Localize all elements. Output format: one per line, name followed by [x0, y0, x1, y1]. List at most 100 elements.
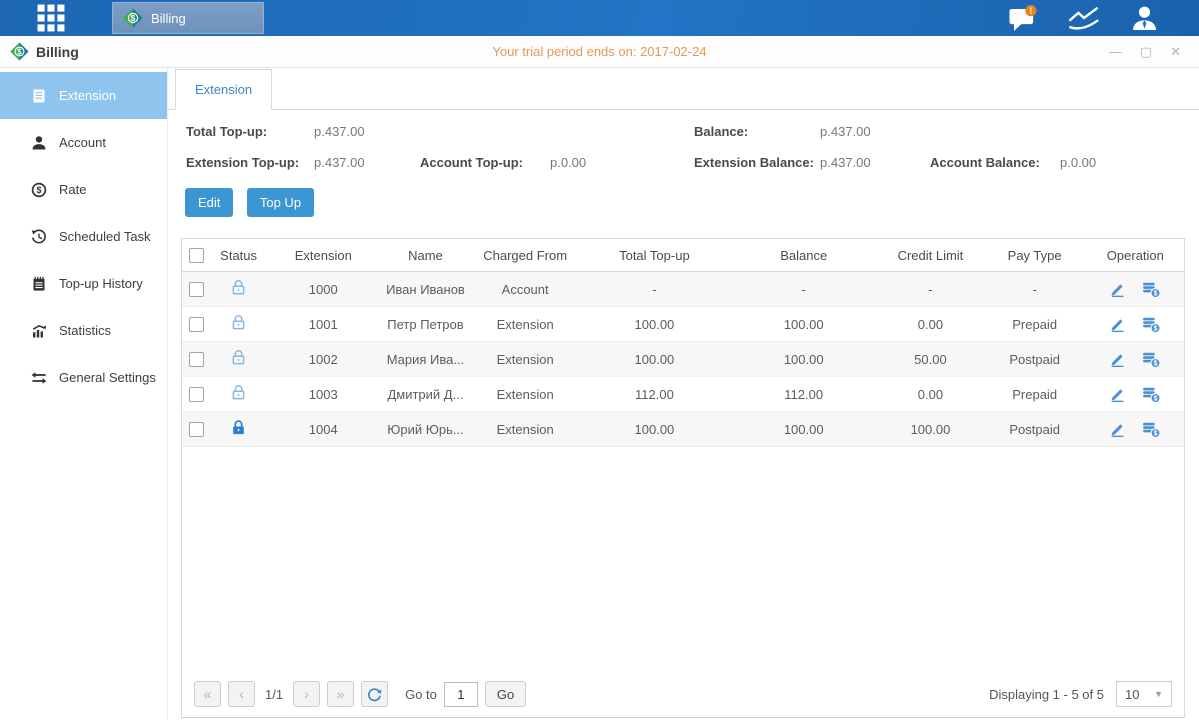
svg-text:$: $	[1154, 360, 1158, 367]
extension-topup-label: Extension Top-up:	[186, 155, 299, 170]
messages-icon[interactable]: !	[1008, 5, 1038, 32]
billing-app-window: $ Billing !	[0, 0, 1199, 720]
table-header-row: Status Extension Name Charged From Total…	[182, 239, 1184, 272]
app-grid-icon[interactable]	[34, 1, 68, 35]
row-checkbox[interactable]	[189, 352, 204, 367]
edit-button[interactable]: Edit	[185, 188, 233, 217]
svg-text:$: $	[1154, 395, 1158, 402]
sidebar-item-account[interactable]: Account	[0, 119, 167, 166]
scheduled-task-icon	[30, 229, 48, 245]
cell-name: Юрий Юрь...	[380, 422, 470, 437]
statistics-chart-icon[interactable]	[1066, 5, 1102, 32]
cell-name: Мария Ива...	[380, 352, 470, 367]
cell-total-topup: 100.00	[580, 352, 729, 367]
cell-total-topup: 100.00	[580, 317, 729, 332]
cell-extension: 1004	[266, 422, 380, 437]
sidebar-item-extension[interactable]: Extension	[0, 72, 167, 119]
cell-charged-from: Extension	[471, 317, 580, 332]
cell-pay-type: -	[983, 282, 1087, 297]
top-up-extension-icon[interactable]: $	[1142, 421, 1161, 438]
sidebar-item-topup-history[interactable]: Top-up History	[0, 260, 167, 307]
top-up-extension-icon[interactable]: $	[1142, 351, 1161, 368]
top-up-extension-icon[interactable]: $	[1142, 281, 1161, 298]
table-row: 1004 Юрий Юрь... Extension 100.00 100.00…	[182, 412, 1184, 447]
taskbar-tab-label: Billing	[151, 11, 186, 26]
displaying-range-text: Displaying 1 - 5 of 5	[989, 687, 1104, 702]
column-header-balance: Balance	[729, 248, 878, 263]
row-checkbox[interactable]	[189, 282, 204, 297]
top-up-extension-icon[interactable]: $	[1142, 386, 1161, 403]
cell-credit-limit: -	[878, 282, 982, 297]
page-size-select[interactable]: 10 ▼	[1116, 681, 1172, 707]
column-header-extension: Extension	[266, 248, 380, 263]
go-button[interactable]: Go	[485, 681, 526, 707]
top-bar: $ Billing !	[0, 0, 1199, 36]
sidebar-item-label: General Settings	[59, 370, 156, 385]
sidebar-item-general-settings[interactable]: General Settings	[0, 354, 167, 401]
column-header-name: Name	[380, 248, 470, 263]
chevron-down-icon: ▼	[1154, 689, 1163, 699]
topup-history-icon	[30, 276, 48, 292]
row-checkbox[interactable]	[189, 317, 204, 332]
cell-charged-from: Extension	[471, 387, 580, 402]
sidebar-item-label: Rate	[59, 182, 86, 197]
billing-diamond-icon: $	[10, 42, 29, 61]
action-buttons: Edit Top Up	[168, 188, 1199, 217]
cell-pay-type: Postpaid	[983, 422, 1087, 437]
statistics-icon	[30, 323, 48, 339]
edit-extension-icon[interactable]	[1109, 316, 1126, 333]
first-page-button[interactable]: «	[194, 681, 221, 707]
tab-strip: Extension	[168, 68, 1199, 110]
column-header-status: Status	[211, 248, 266, 263]
sidebar-item-label: Account	[59, 135, 106, 150]
edit-extension-icon[interactable]	[1109, 421, 1126, 438]
cell-pay-type: Prepaid	[983, 317, 1087, 332]
last-page-button[interactable]: »	[327, 681, 354, 707]
balance-label: Balance:	[694, 124, 748, 139]
row-checkbox[interactable]	[189, 387, 204, 402]
sidebar: Extension Account $ Rate	[0, 68, 168, 720]
main-content: Extension Total Top-up: p.437.00 Balance…	[168, 68, 1199, 720]
top-up-button[interactable]: Top Up	[247, 188, 314, 217]
svg-text:$: $	[1154, 325, 1158, 332]
billing-diamond-icon: $	[123, 8, 143, 28]
sidebar-item-statistics[interactable]: Statistics	[0, 307, 167, 354]
cell-extension: 1000	[266, 282, 380, 297]
top-up-extension-icon[interactable]: $	[1142, 316, 1161, 333]
lock-closed-icon	[230, 419, 247, 436]
edit-extension-icon[interactable]	[1109, 281, 1126, 298]
sidebar-item-scheduled-task[interactable]: Scheduled Task	[0, 213, 167, 260]
lock-open-icon	[230, 384, 247, 401]
cell-credit-limit: 0.00	[878, 387, 982, 402]
cell-pay-type: Prepaid	[983, 387, 1087, 402]
total-topup-label: Total Top-up:	[186, 124, 267, 139]
cell-total-topup: 100.00	[580, 422, 729, 437]
pagination-bar: « ‹ 1/1 › » Go to Go	[182, 671, 1184, 717]
sidebar-item-rate[interactable]: $ Rate	[0, 166, 167, 213]
close-button[interactable]: ✕	[1170, 44, 1181, 60]
cell-balance: 100.00	[729, 422, 878, 437]
goto-page-input[interactable]	[444, 682, 478, 707]
taskbar-tab-billing[interactable]: $ Billing	[112, 2, 264, 34]
sidebar-item-label: Statistics	[59, 323, 111, 338]
sidebar-item-label: Extension	[59, 88, 116, 103]
total-topup-value: p.437.00	[314, 124, 365, 139]
extension-balance-value: p.437.00	[820, 155, 871, 170]
select-all-checkbox[interactable]	[189, 248, 204, 263]
window-title-bar: $ Billing Your trial period ends on: 201…	[0, 36, 1199, 68]
row-checkbox[interactable]	[189, 422, 204, 437]
general-settings-icon	[30, 370, 48, 386]
cell-extension: 1002	[266, 352, 380, 367]
prev-page-button[interactable]: ‹	[228, 681, 255, 707]
maximize-button[interactable]: ▢	[1140, 44, 1152, 60]
edit-extension-icon[interactable]	[1109, 351, 1126, 368]
cell-balance: 100.00	[729, 352, 878, 367]
tab-extension[interactable]: Extension	[175, 69, 272, 110]
minimize-button[interactable]: —	[1109, 44, 1122, 60]
next-page-button[interactable]: ›	[293, 681, 320, 707]
extension-topup-value: p.437.00	[314, 155, 365, 170]
refresh-button[interactable]	[361, 681, 388, 707]
user-account-icon[interactable]	[1130, 4, 1159, 33]
page-indicator: 1/1	[265, 687, 283, 702]
edit-extension-icon[interactable]	[1109, 386, 1126, 403]
